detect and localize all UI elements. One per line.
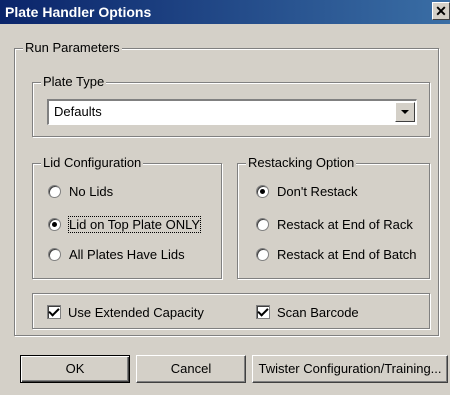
checkbox-use-extended-capacity-box[interactable] [47,305,61,319]
chevron-down-icon[interactable] [395,102,415,122]
plate-handler-options-dialog: Plate Handler Options ✕ Run Parameters P… [0,0,450,395]
radio-all-plates-have-lids-label: All Plates Have Lids [69,247,185,262]
radio-restack-end-of-rack-indicator[interactable] [256,218,269,231]
radio-dont-restack-label: Don't Restack [277,184,358,199]
title-bar[interactable]: Plate Handler Options ✕ [0,0,450,24]
radio-no-lids-indicator[interactable] [48,185,61,198]
radio-restack-end-of-batch-label: Restack at End of Batch [277,247,417,262]
plate-type-dropdown[interactable]: Defaults [47,99,417,125]
checkbox-use-extended-capacity-label: Use Extended Capacity [68,305,204,320]
checkbox-scan-barcode-label: Scan Barcode [277,305,359,320]
restacking-option-legend: Restacking Option [246,155,357,170]
radio-restack-end-of-rack-label: Restack at End of Rack [277,217,413,232]
checkbox-scan-barcode-box[interactable] [256,305,270,319]
radio-all-plates-have-lids-indicator[interactable] [48,248,61,261]
lid-configuration-legend: Lid Configuration [41,155,144,170]
close-icon[interactable]: ✕ [432,2,450,20]
window-title: Plate Handler Options [5,4,152,20]
twister-configuration-button[interactable]: Twister Configuration/Training... [252,355,448,383]
plate-type-legend: Plate Type [41,74,107,89]
radio-restack-end-of-batch-indicator[interactable] [256,248,269,261]
radio-lid-on-top-plate-only-label: Lid on Top Plate ONLY [67,216,202,233]
radio-dont-restack-indicator[interactable] [256,185,269,198]
radio-lid-on-top-plate-only-indicator[interactable] [48,218,61,231]
plate-type-value: Defaults [54,104,102,119]
ok-button[interactable]: OK [20,355,130,383]
cancel-button[interactable]: Cancel [136,355,246,383]
run-parameters-legend: Run Parameters [23,40,122,55]
radio-no-lids-label: No Lids [69,184,114,199]
